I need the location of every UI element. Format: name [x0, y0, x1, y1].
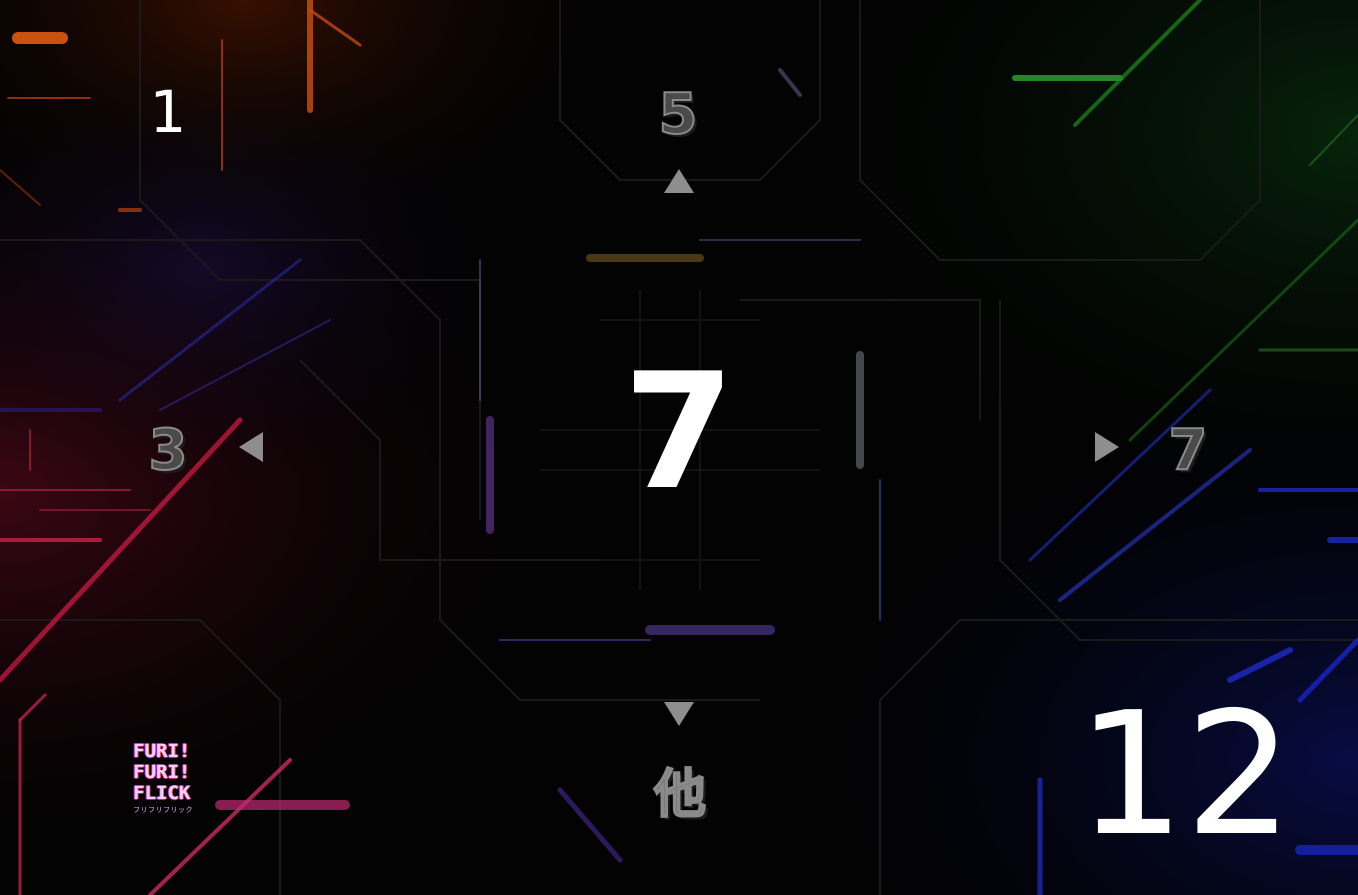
- logo-subtitle: フリフリフリック: [133, 806, 193, 814]
- logo-line-1: FURI!: [133, 740, 191, 762]
- logo-line-3: FLICK: [133, 782, 191, 804]
- center-number[interactable]: 7: [579, 352, 779, 512]
- option-down[interactable]: 他: [638, 752, 722, 827]
- remaining-counter: 12: [1076, 676, 1294, 874]
- logo-line-2: FURI!: [133, 761, 191, 783]
- triangle-up-icon: [664, 169, 694, 193]
- triangle-down-icon: [664, 702, 694, 726]
- round-label: 1: [149, 78, 187, 146]
- triangle-right-icon: [1095, 432, 1119, 462]
- game-logo: FURI! FURI! FLICK フリフリフリック: [133, 741, 205, 815]
- option-right[interactable]: 7: [1148, 417, 1228, 484]
- option-up[interactable]: 5: [638, 81, 718, 148]
- triangle-left-icon: [239, 432, 263, 462]
- option-left[interactable]: 3: [128, 417, 208, 484]
